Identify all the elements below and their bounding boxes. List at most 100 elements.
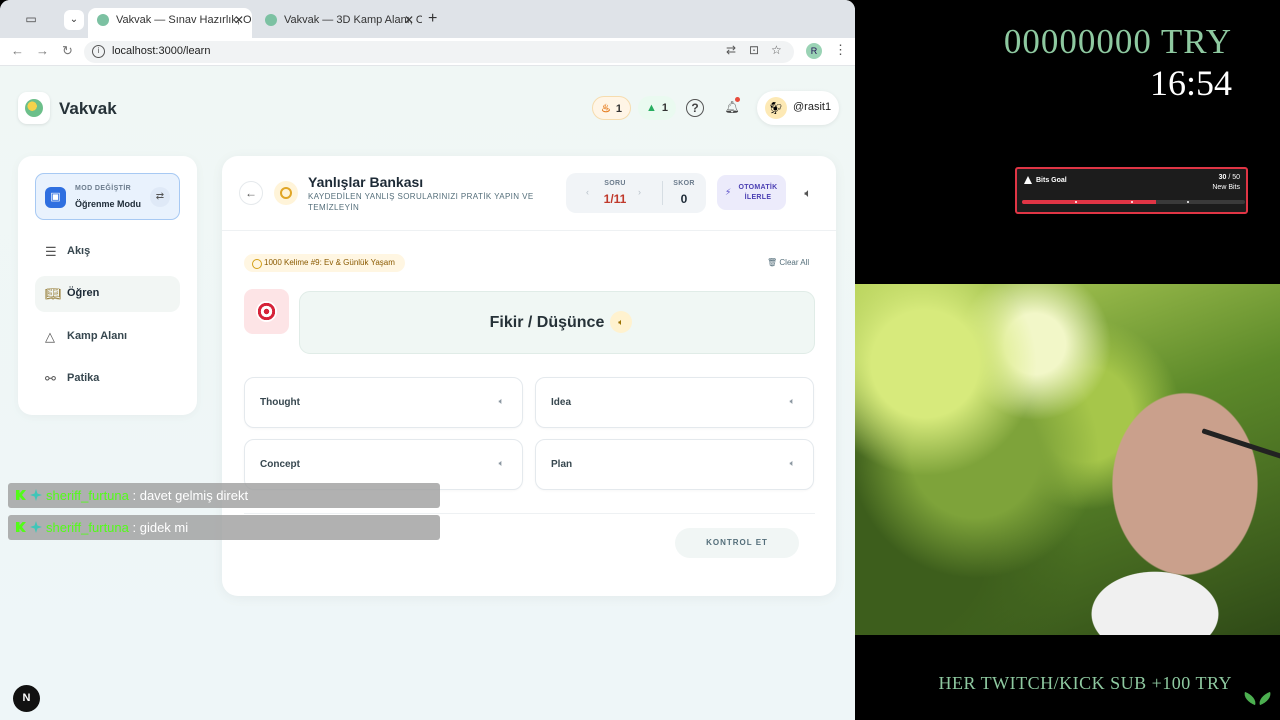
speaker-icon[interactable]: 🔈︎: [499, 458, 504, 469]
sidebar-item-akis[interactable]: ☰ Akış: [35, 234, 180, 270]
gems-badge[interactable]: ▲ 1: [638, 96, 677, 120]
back-button[interactable]: ←: [239, 181, 263, 205]
path-icon: ⚯: [45, 371, 56, 386]
sidebar-item-patika[interactable]: ⚯ Patika: [35, 361, 180, 397]
score-divider: [662, 181, 663, 205]
tab-vakvak-kamp[interactable]: Vakvak — 3D Kamp Alanı, Od ✕: [256, 8, 422, 38]
footer-divider: [244, 513, 815, 514]
bits-milestone: [1187, 201, 1189, 203]
question-counter: 1/11: [603, 192, 627, 206]
category-badge: 1000 Kelime #9: Ev & Günlük Yaşam: [244, 254, 405, 272]
site-info-icon[interactable]: i: [92, 45, 105, 58]
speaker-icon[interactable]: 🔈︎: [790, 396, 795, 407]
volume-icon[interactable]: 🔈︎: [796, 181, 820, 205]
feed-icon: ☰: [45, 244, 57, 259]
option-label: Plan: [551, 459, 573, 470]
option-label: Idea: [551, 397, 572, 408]
streak-count: 1: [615, 103, 622, 115]
fire-icon: ♨: [601, 103, 611, 115]
notification-dot: [735, 97, 740, 102]
bookmark-star-icon[interactable]: ☆: [771, 43, 782, 57]
answer-option-idea[interactable]: Idea 🔈︎: [535, 377, 814, 428]
bits-caption: New Bits: [1212, 184, 1240, 191]
clock: 16:54: [1149, 63, 1232, 103]
tab-title: Vakvak — Sınav Hazırlık, Orta: [116, 14, 252, 26]
profile-avatar[interactable]: R: [806, 43, 822, 59]
mode-switch-card[interactable]: ▣ MOD DEĞİŞTİR Öğrenme Modu ⇄: [35, 173, 180, 220]
mode-card-label: MOD DEĞİŞTİR: [75, 185, 132, 192]
option-label: Thought: [260, 397, 300, 408]
prev-question-icon[interactable]: ‹: [586, 187, 589, 197]
tab-list-dropdown[interactable]: ⌄: [64, 10, 84, 30]
back-arrow-icon[interactable]: ←: [11, 43, 24, 58]
reload-icon[interactable]: ↻: [62, 43, 73, 59]
nextjs-dev-badge[interactable]: N: [13, 685, 40, 712]
forward-arrow-icon[interactable]: →: [36, 43, 49, 58]
speaker-icon[interactable]: 🔈︎: [499, 396, 504, 407]
next-question-icon[interactable]: ›: [638, 187, 641, 197]
bolt-icon: ⚡︎: [725, 187, 732, 197]
streak-badge[interactable]: ♨ 1: [592, 96, 631, 120]
donation-total: 00000000 TRY: [1003, 22, 1232, 61]
tab-bar: ▭ ⌄ Vakvak — Sınav Hazırlık, Orta ✕ Vakv…: [0, 0, 855, 38]
chat-message-text: gidek mi: [139, 520, 189, 535]
chat-username: sheriff_furtuna: [46, 488, 129, 503]
sidebar-item-label: Akış: [67, 245, 91, 257]
avatar: 🐓︎: [765, 97, 787, 119]
word-prompt: Fikir / Düşünce 🔈︎: [299, 291, 815, 354]
logo-icon[interactable]: [18, 92, 50, 124]
url-text: localhost:3000/learn: [112, 45, 211, 57]
leaf-icon: [1243, 690, 1273, 714]
bits-progress-fill: [1022, 200, 1156, 204]
answer-option-plan[interactable]: Plan 🔈︎: [535, 439, 814, 490]
sub-badge-icon: [30, 521, 42, 533]
bits-target: / 50: [1228, 174, 1240, 181]
prompt-word: Fikir / Düşünce: [489, 314, 605, 331]
speaker-icon[interactable]: 🔈︎: [610, 311, 632, 333]
book-icon: 📖︎: [45, 286, 62, 301]
address-field[interactable]: i localhost:3000/learn: [84, 41, 794, 63]
new-tab-button[interactable]: +: [428, 10, 437, 28]
glasses: [1201, 428, 1280, 461]
chat-message: sheriff_furtuna : davet gelmiş direkt: [8, 483, 440, 508]
progress-score-box: ‹ SORU 1/11 › SKOR 0: [566, 173, 706, 213]
chat-message-text: davet gelmiş direkt: [139, 488, 249, 503]
speaker-icon[interactable]: 🔈︎: [790, 458, 795, 469]
score-label: SKOR: [673, 180, 695, 187]
sub-promo-text: HER TWITCH/KICK SUB +100 TRY: [938, 673, 1232, 693]
kick-badge-icon: [16, 522, 26, 532]
username: @rasit1: [793, 101, 832, 113]
app-page: Vakvak ♨ 1 ▲ 1 ? 🔔︎ 🐓︎ @rasit1 ▣ MOD DEĞİŞ…: [0, 66, 855, 720]
sidebar-item-kamp-alani[interactable]: △ Kamp Alanı: [35, 319, 180, 355]
url-bar: ← → ↻ i localhost:3000/learn ⇄ ⊡ ☆ R ⋮: [0, 38, 855, 66]
score-value: 0: [680, 192, 688, 206]
tab-search-icon[interactable]: ▭: [20, 10, 42, 28]
clear-all-button[interactable]: 🗑︎ Clear All: [767, 258, 809, 267]
question-label: SORU: [604, 180, 626, 187]
bits-goal-widget: Bits Goal 30 / 50 New Bits: [1015, 167, 1248, 214]
bullseye-icon: [244, 289, 289, 334]
answer-option-thought[interactable]: Thought 🔈︎: [244, 377, 523, 428]
brand-name[interactable]: Vakvak: [59, 99, 117, 119]
close-tab-icon[interactable]: ✕: [404, 8, 414, 32]
menu-kebab-icon[interactable]: ⋮: [834, 42, 847, 58]
browser-window: ▭ ⌄ Vakvak — Sınav Hazırlık, Orta ✕ Vakv…: [0, 0, 855, 720]
tab-vakvak-sinav[interactable]: Vakvak — Sınav Hazırlık, Orta ✕: [88, 8, 252, 38]
check-answer-button[interactable]: KONTROL ET: [675, 528, 799, 558]
sidebar-item-ogren[interactable]: 📖︎ Öğren: [35, 276, 180, 312]
chat-message: sheriff_furtuna : gidek mi: [8, 515, 440, 540]
auto-advance-button[interactable]: ⚡︎ OTOMATİK İLERLE: [717, 175, 786, 210]
swap-icon[interactable]: ⇄: [150, 187, 170, 207]
header-divider: [222, 230, 836, 231]
book-icon: ▣: [45, 187, 66, 208]
chat-separator: :: [128, 488, 140, 503]
close-tab-icon[interactable]: ✕: [234, 8, 244, 32]
bits-current: 30: [1218, 174, 1227, 181]
help-icon[interactable]: ?: [686, 99, 704, 117]
translate-icon[interactable]: ⇄: [726, 43, 736, 57]
chat-text: sheriff_furtuna : davet gelmiş direkt: [46, 488, 248, 503]
quiz-title: Yanlışlar Bankası: [308, 174, 424, 190]
install-app-icon[interactable]: ⊡: [749, 43, 759, 57]
sub-badge-icon: [30, 489, 42, 501]
user-menu[interactable]: 🐓︎ @rasit1: [757, 91, 839, 125]
